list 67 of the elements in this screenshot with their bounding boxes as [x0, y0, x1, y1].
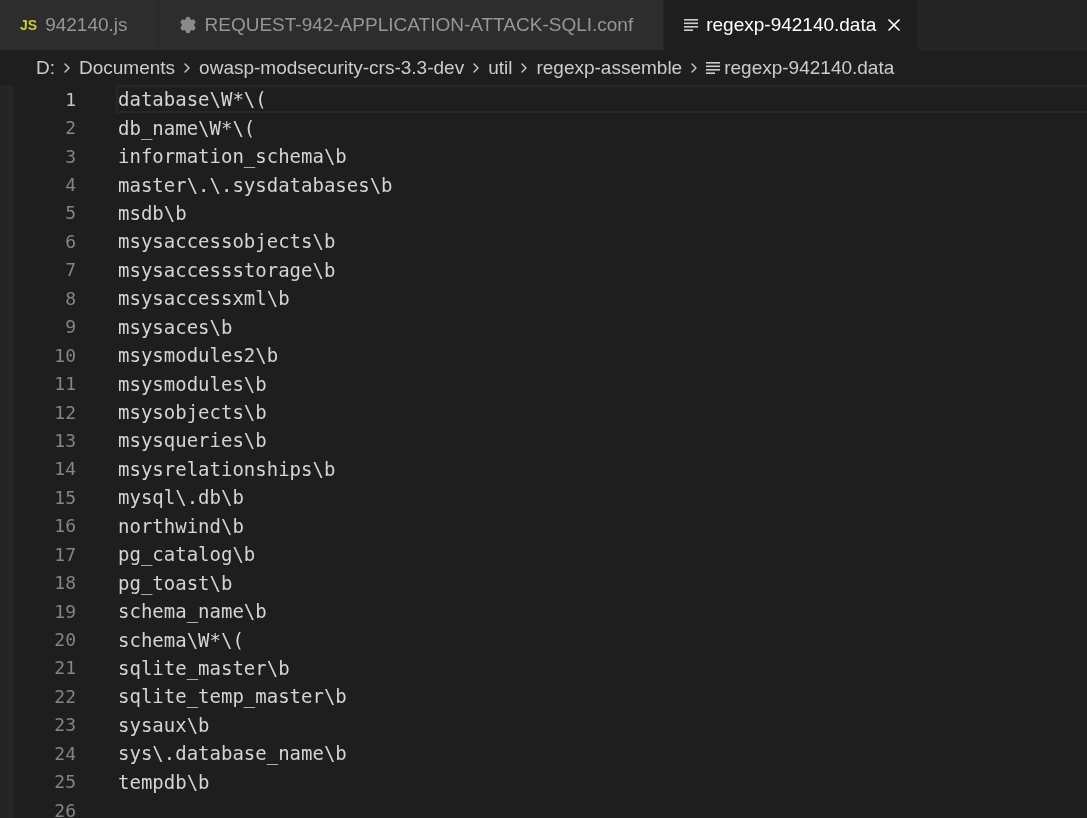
code-line: msdb\b — [118, 201, 187, 224]
line-number: 9 — [64, 316, 76, 338]
line-number: 1 — [64, 88, 76, 110]
line-number: 13 — [53, 429, 76, 451]
line-number: 17 — [53, 543, 76, 565]
line-number: 25 — [53, 771, 76, 793]
code-line: msysmodules\b — [118, 372, 267, 395]
code-line: msysobjects\b — [118, 401, 267, 424]
line-number: 7 — [64, 259, 76, 281]
breadcrumb-item[interactable]: owasp-modsecurity-crs-3.3-dev — [199, 56, 465, 79]
line-number: 20 — [53, 629, 76, 651]
lines-icon — [684, 19, 699, 31]
code-line: msysqueries\b — [118, 429, 267, 452]
code-line: tempdb\b — [118, 770, 210, 793]
line-number: 21 — [53, 657, 76, 679]
editor-tab[interactable]: REQUEST-942-APPLICATION-ATTACK-SQLI.conf — [158, 0, 665, 50]
line-number: 4 — [64, 174, 76, 196]
breadcrumb-item[interactable]: regexp-assemble — [536, 56, 683, 79]
code-line: sysaux\b — [118, 713, 210, 736]
code-line: msysaccessxml\b — [118, 287, 290, 310]
code-line: sys\.database_name\b — [118, 742, 347, 765]
breadcrumb-item[interactable]: regexp-942140.data — [724, 56, 895, 79]
code-line: schema_name\b — [118, 600, 267, 623]
code-line: msysrelationships\b — [118, 457, 336, 480]
code-line: northwind\b — [118, 514, 244, 537]
code-line: information_schema\b — [118, 145, 347, 168]
breadcrumb-item[interactable]: util — [488, 56, 513, 79]
line-number: 23 — [53, 714, 76, 736]
code-line: msysaces\b — [118, 315, 233, 338]
line-number: 12 — [53, 401, 76, 423]
code-line: master\.\.sysdatabases\b — [118, 173, 393, 196]
code-line: sqlite_temp_master\b — [118, 685, 347, 708]
line-number: 26 — [53, 799, 76, 818]
line-number: 22 — [53, 685, 76, 707]
line-number: 24 — [53, 742, 76, 764]
tab-label: 942140.js — [45, 14, 128, 36]
line-number: 2 — [64, 117, 76, 139]
line-number: 15 — [53, 486, 76, 508]
code-line: database\W*\( — [118, 88, 267, 111]
line-number: 3 — [64, 145, 76, 167]
tab-label: REQUEST-942-APPLICATION-ATTACK-SQLI.conf — [204, 14, 634, 36]
code-line: schema\W*\( — [118, 628, 244, 651]
line-number: 16 — [53, 515, 76, 537]
breadcrumb-item[interactable]: Documents — [79, 56, 176, 79]
editor-tab[interactable]: regexp-942140.data — [664, 0, 920, 50]
settings-icon — [178, 16, 197, 34]
editor-tab[interactable]: JS 942140.js — [0, 0, 159, 50]
code-line: msysaccessstorage\b — [118, 258, 336, 281]
line-number: 11 — [53, 373, 76, 395]
file-type-label: JS — [20, 17, 38, 33]
code-line: mysql\.db\b — [118, 486, 244, 509]
line-number: 18 — [53, 572, 76, 594]
line-number: 14 — [53, 458, 76, 480]
lines-icon — [706, 61, 721, 74]
breadcrumb-item[interactable]: D: — [36, 56, 55, 79]
code-line: db_name\W*\( — [118, 116, 256, 139]
line-number: 10 — [53, 344, 76, 366]
line-number: 8 — [64, 287, 76, 309]
line-number: 6 — [64, 230, 76, 252]
line-number: 19 — [53, 600, 76, 622]
line-number: 5 — [64, 202, 76, 224]
tab-label: regexp-942140.data — [706, 14, 877, 36]
code-line: pg_catalog\b — [118, 543, 256, 566]
code-line: sqlite_master\b — [118, 656, 290, 679]
code-line: msysmodules2\b — [118, 344, 279, 367]
code-line: pg_toast\b — [118, 571, 233, 594]
code-line: msysaccessobjects\b — [118, 230, 336, 253]
